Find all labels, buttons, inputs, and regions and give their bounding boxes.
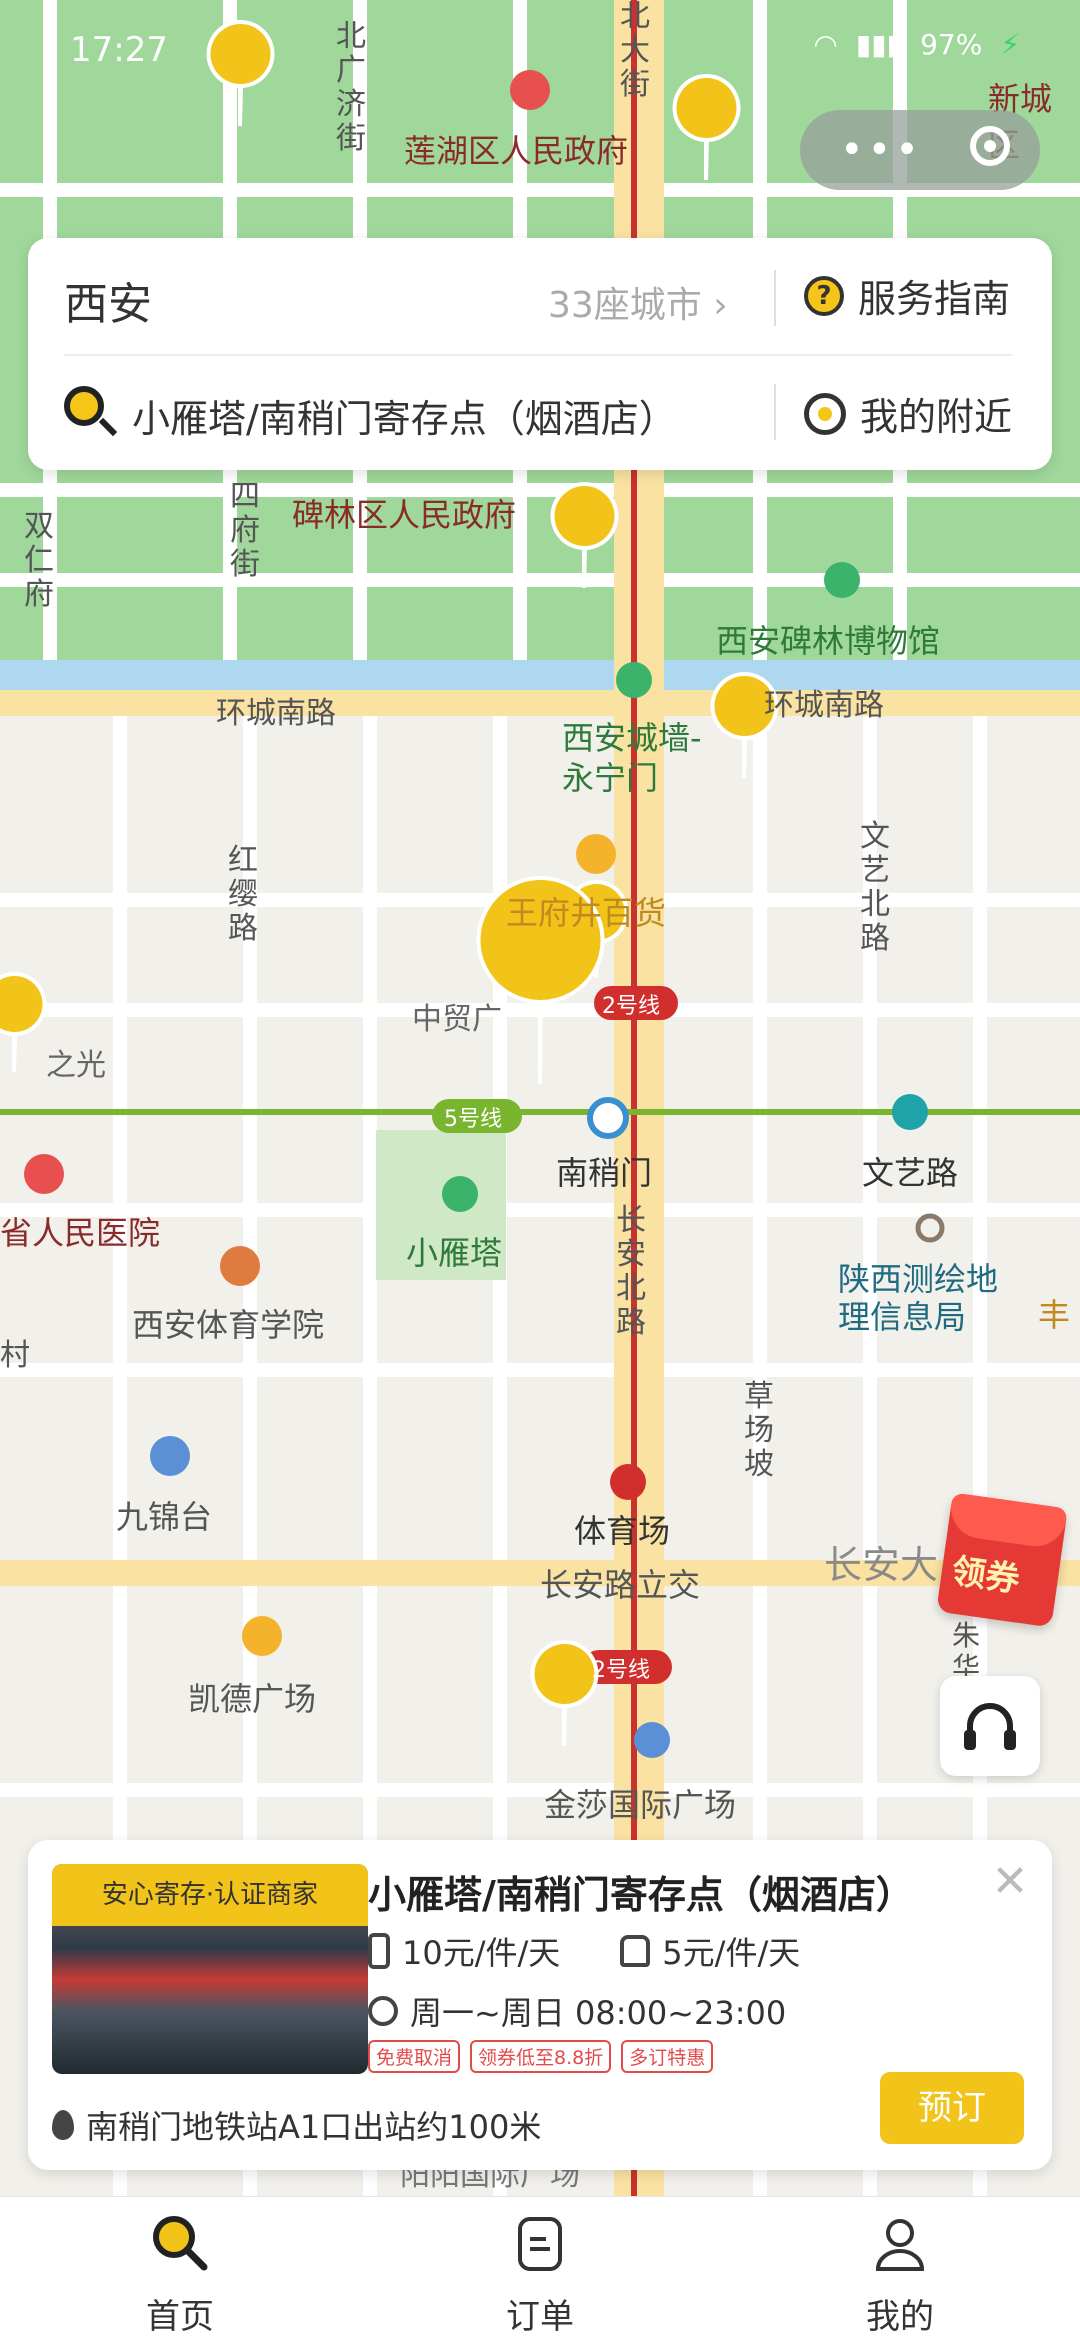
line-badge-label: 2号线 [602,994,660,1019]
tab-profile[interactable]: 我的 [800,2197,1000,2341]
street-label: 村 [0,1338,30,1373]
store-photo[interactable]: 安心寄存·认证商家 [52,1864,368,2074]
nearby-button[interactable]: 我的附近 [804,386,1012,441]
street-label: 长安北路 [616,1203,646,1340]
poi-label: 南稍门 [556,1154,653,1192]
coupon-button[interactable]: 领券 [936,1492,1068,1628]
poi-label: 体育场 [574,1512,671,1550]
search-input[interactable]: 小雁塔/南稍门寄存点（烟酒店） [132,388,677,443]
mini-program-capsule[interactable]: ••• [800,110,1040,190]
service-guide-label: 服务指南 [858,277,1011,321]
poi-label: 文艺路 [862,1154,959,1192]
city-selector[interactable]: 33座城市 › [548,276,728,328]
poi-label: 之光 [46,1048,106,1083]
status-icons: ◠ ▮▮▮ 97% ⚡ [813,28,1020,61]
street-label: 环城南路 [764,688,884,723]
hours-label: 周一~周日 08:00~23:00 [410,1994,787,2032]
tab-orders[interactable]: 订单 [440,2197,640,2341]
tab-home-label: 首页 [146,2297,214,2337]
store-card[interactable]: 安心寄存·认证商家 小雁塔/南稍门寄存点（烟酒店） ✕ 10元/件/天 5元/件… [28,1840,1052,2170]
poi-label: 莲湖区人民政府 [404,132,629,170]
search-icon [64,386,104,426]
bag-price-label: 5元/件/天 [662,1934,801,1972]
chevron-right-icon: › [713,285,728,326]
locate-icon [804,392,846,435]
tab-home[interactable]: 首页 [80,2197,280,2341]
close-icon[interactable]: ✕ [990,1860,1030,1904]
order-icon [518,2217,562,2271]
current-city[interactable]: 西安 [64,268,152,332]
opening-hours: 周一~周日 08:00~23:00 [368,1988,786,2034]
location-pin-icon [52,2110,74,2140]
store-location: 南稍门地铁站A1口出站约100米 [52,2102,541,2148]
poi-label: 长安路立交 [540,1566,701,1604]
backpack-icon [620,1935,651,1967]
poi-label: 省人民医院 [0,1214,161,1252]
promo-badges: 免费取消 领券低至8.8折 多订特惠 [368,2040,714,2073]
battery-level: 97% [920,28,983,61]
help-icon: ? [804,275,844,316]
street-label: 文艺北路 [860,819,890,956]
store-name[interactable]: 小雁塔/南稍门寄存点（烟酒店） [368,1864,914,1919]
status-bar: 17:27 ◠ ▮▮▮ 97% ⚡ [0,0,1080,100]
street-label: 双仁府 [24,509,54,612]
divider [774,270,776,326]
tab-profile-label: 我的 [866,2297,934,2337]
charging-icon: ⚡ [1000,28,1020,61]
close-mini-program-icon[interactable] [970,126,1010,166]
luggage-price-label: 10元/件/天 [402,1934,561,1972]
status-time: 17:27 [70,30,168,70]
street-label: 四府街 [230,479,260,582]
wifi-icon: ◠ [813,28,838,61]
customer-service-button[interactable] [940,1676,1040,1776]
street-label: 环城南路 [216,696,336,731]
poi-label: 碑林区人民政府 [292,496,517,534]
city-count-label: 33座城市 [548,285,702,326]
street-label: 长安大 [824,1543,939,1587]
search-row: 小雁塔/南稍门寄存点（烟酒店） 我的附近 [28,356,1052,466]
verified-merchant-tag: 安心寄存·认证商家 [52,1864,368,1926]
divider [774,384,776,440]
nearby-label: 我的附近 [860,395,1013,439]
service-guide-button[interactable]: ? 服务指南 [804,268,1010,323]
home-search-icon [153,2216,208,2271]
headset-icon [964,1703,1016,1750]
luggage-icon [368,1933,390,1969]
luggage-price: 10元/件/天 [368,1928,560,1974]
bag-price: 5元/件/天 [620,1928,800,1974]
search-card: 西安 33座城市 › ? 服务指南 小雁塔/南稍门寄存点（烟酒店） 我的附近 [28,238,1052,470]
poi-label: 小雁塔 [406,1234,503,1272]
bottom-tab-bar: 首页 订单 我的 [0,2196,1080,2341]
street-label: 草场坡 [744,1379,774,1482]
price-row: 10元/件/天 5元/件/天 [368,1928,800,1974]
poi-label: 西安体育学院 [132,1306,325,1344]
street-label: 朱华 [952,1619,981,1684]
poi-label: 凯德广场 [188,1680,317,1718]
poi-label: 西安碑林博物馆 [716,622,941,660]
promo-badge: 领券低至8.8折 [470,2040,612,2073]
more-icon[interactable]: ••• [840,130,923,170]
promo-badge: 免费取消 [368,2040,461,2073]
coupon-label: 领券 [949,1551,1023,1601]
poi-label: 中贸广 [412,1002,502,1037]
city-row: 西安 33座城市 › ? 服务指南 [28,238,1052,348]
promo-badge: 多订特惠 [621,2040,714,2073]
poi-label: 陕西测绘地理信息局 [838,1260,999,1336]
line-badge-label: 2号线 [592,1658,650,1683]
poi-label: 西安城墙-永宁门 [562,719,702,797]
street-label: 红缨路 [228,843,258,946]
poi-label: 九锦台 [116,1498,213,1536]
profile-icon [875,2219,925,2271]
clock-icon [368,1996,398,2026]
poi-label: 金莎国际广场 [544,1786,737,1824]
poi-label: 丰 [1038,1296,1071,1334]
poi-label: 王府井百货 [506,894,667,932]
location-label: 南稍门地铁站A1口出站约100米 [86,2108,542,2146]
signal-icon: ▮▮▮ [855,28,903,61]
line-badge-label: 5号线 [444,1107,502,1132]
tab-orders-label: 订单 [506,2297,574,2337]
book-button[interactable]: 预订 [880,2072,1024,2144]
